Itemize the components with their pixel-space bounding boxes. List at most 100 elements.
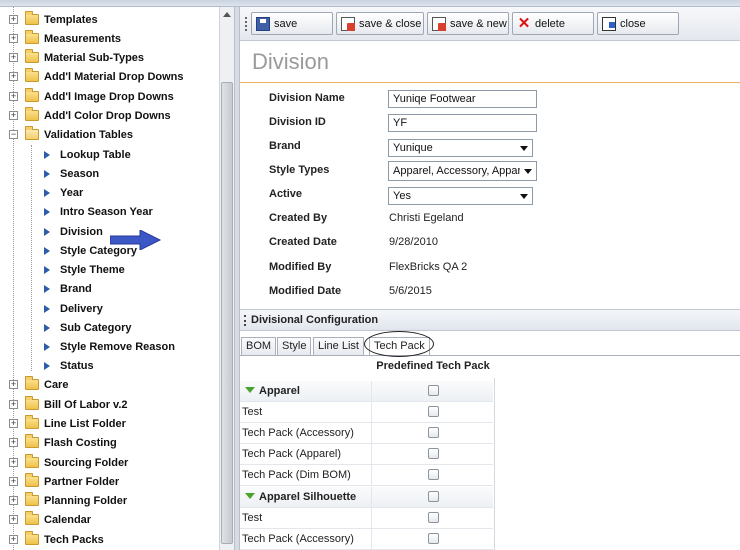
folder-icon [25,30,39,44]
division-name-input[interactable] [388,90,537,108]
created-by-label: Created By [269,212,328,224]
folder-icon [25,107,39,121]
delete-button[interactable]: ✕ delete [512,12,594,35]
page-title: Division [252,49,330,74]
toolbar: save save & close save & new ✕ delete cl… [240,7,740,41]
expand-icon[interactable]: + [9,515,18,524]
expand-icon[interactable]: + [9,15,18,24]
folder-icon [25,396,39,410]
group-checkbox[interactable] [428,385,439,396]
item-arrow-icon [44,207,50,216]
expand-icon[interactable]: + [9,111,18,120]
tree-guide-line-children [31,145,32,371]
tab-bom[interactable]: BOM [241,337,277,355]
folder-icon [25,11,39,25]
dropdown-arrow-icon [520,145,528,151]
expand-icon[interactable]: + [9,458,18,467]
table-row: Test [240,508,493,529]
tree-scrollbar[interactable] [219,7,234,550]
scrollbar-thumb[interactable] [221,82,233,544]
table-row: Tech Pack (Dim BOM) [240,465,493,486]
item-arrow-icon [44,188,50,197]
group-checkbox[interactable] [428,491,439,502]
expand-icon[interactable]: + [9,72,18,81]
group-row-apparel[interactable]: Apparel [240,381,493,402]
tab-style[interactable]: Style [277,337,312,355]
window-top-strip [0,0,740,7]
item-arrow-icon [44,227,50,236]
navigation-tree: + Templates + Measurements + Material Su… [0,7,220,550]
modified-date-label: Modified Date [269,285,342,297]
folder-icon [25,68,39,82]
brand-select[interactable]: Yunique [388,139,533,157]
expand-icon[interactable]: + [9,477,18,486]
toolbar-grip [245,17,247,31]
item-arrow-icon [44,265,50,274]
division-id-input[interactable] [388,114,537,132]
save-close-button[interactable]: save & close [336,12,424,35]
folder-icon [25,511,39,525]
table-row: Test [240,402,493,423]
active-select[interactable]: Yes [388,187,533,205]
folder-icon [25,473,39,487]
save-close-icon [341,16,355,31]
predefined-checkbox[interactable] [428,427,439,438]
modified-by-label: Modified By [269,261,332,273]
division-name-label: Division Name [269,92,345,104]
folder-icon [25,376,39,390]
highlight-circle [364,331,434,357]
tree-guide-line [13,7,14,550]
expand-icon[interactable]: + [9,400,18,409]
item-arrow-icon [44,304,50,313]
expand-icon[interactable]: + [9,535,18,544]
collapse-icon[interactable]: − [9,130,18,139]
group-row-apparel-silhouette[interactable]: Apparel Silhouette [240,487,493,508]
predefined-checkbox[interactable] [428,406,439,417]
expand-triangle-icon[interactable] [245,387,255,393]
division-id-label: Division ID [269,116,326,128]
predefined-checkbox[interactable] [428,512,439,523]
expand-icon[interactable]: + [9,53,18,62]
grid-border [494,378,495,550]
created-by-value: Christi Egeland [389,212,464,224]
config-tabs: BOM Style Line List Tech Pack [240,334,740,356]
tab-line-list[interactable]: Line List [313,337,364,355]
folder-icon [25,88,39,102]
folder-icon [25,531,39,545]
expand-icon[interactable]: + [9,92,18,101]
save-icon [256,16,270,31]
modified-by-value: FlexBricks QA 2 [389,261,468,273]
column-header-predefined-tech-pack: Predefined Tech Pack [376,360,490,372]
save-new-button[interactable]: save & new [427,12,509,35]
table-row: Tech Pack (Accessory) [240,423,493,444]
table-row: Tech Pack (Accessory) [240,529,493,550]
folder-icon [25,434,39,448]
expand-icon[interactable]: + [9,380,18,389]
item-arrow-icon [44,246,50,255]
style-types-select[interactable]: Apparel, Accessory, Appar [388,161,537,181]
modified-date-value: 5/6/2015 [389,285,432,297]
item-arrow-icon [44,169,50,178]
folder-icon [25,492,39,506]
item-arrow-icon [44,342,50,351]
expand-icon[interactable]: + [9,34,18,43]
pointer-arrow-icon [110,230,162,250]
expand-icon[interactable]: + [9,419,18,428]
predefined-checkbox[interactable] [428,533,439,544]
scroll-up-arrow-icon[interactable] [223,12,231,17]
brand-label: Brand [269,140,301,152]
item-arrow-icon [44,361,50,370]
expand-triangle-icon[interactable] [245,493,255,499]
close-button[interactable]: close [597,12,679,35]
dropdown-arrow-icon [524,168,532,174]
created-date-value: 9/28/2010 [389,236,438,248]
dropdown-arrow-icon [520,193,528,199]
predefined-checkbox[interactable] [428,469,439,480]
expand-icon[interactable]: + [9,496,18,505]
item-arrow-icon [44,150,50,159]
created-date-label: Created Date [269,236,337,248]
expand-icon[interactable]: + [9,438,18,447]
folder-icon [25,415,39,429]
save-button[interactable]: save [251,12,333,35]
predefined-checkbox[interactable] [428,448,439,459]
